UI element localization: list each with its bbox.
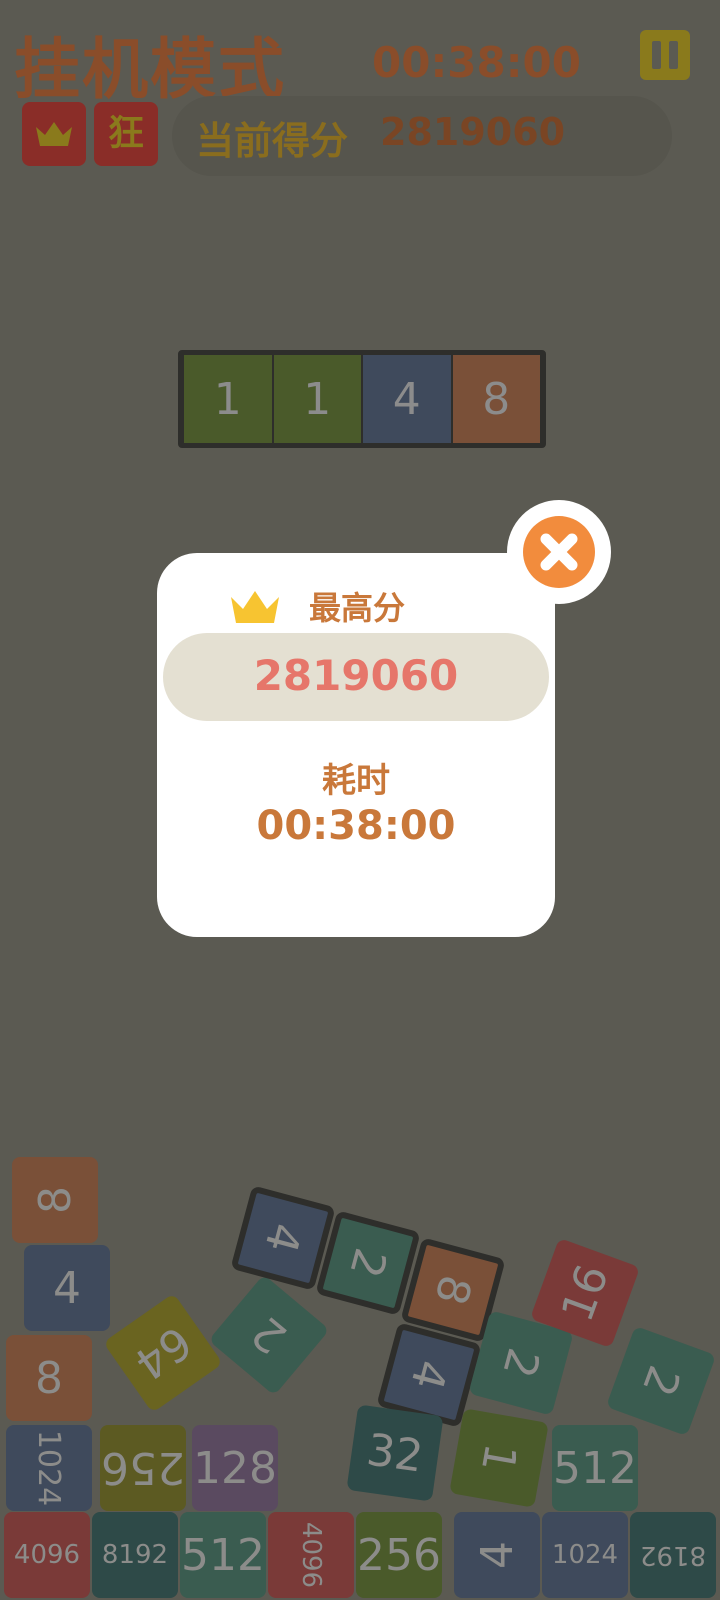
close-button[interactable] <box>507 500 611 604</box>
board-tile: 4 <box>454 1512 540 1598</box>
close-icon <box>540 533 578 571</box>
best-score-dialog: 最高分 2819060 耗时 00:38:00 <box>157 553 555 937</box>
board-tile: 512 <box>552 1425 638 1511</box>
board-tile: 256 <box>356 1512 442 1598</box>
pause-icon <box>652 41 661 69</box>
preview-tile: 1 <box>273 355 361 443</box>
board-tile: 2 <box>208 1274 330 1396</box>
preview-tile: 4 <box>363 355 451 443</box>
board-tile: 4096 <box>268 1512 354 1598</box>
best-score-label: 最高分 <box>309 589 406 627</box>
current-score-value: 2819060 <box>380 110 566 154</box>
board-tile: 128 <box>192 1425 278 1511</box>
board-tile: 8192 <box>92 1512 178 1598</box>
board-tile: 8192 <box>630 1512 716 1598</box>
crown-icon <box>231 591 279 623</box>
board-tile: 1024 <box>6 1425 92 1511</box>
board-tile: 8 <box>12 1157 98 1243</box>
preview-tile: 8 <box>452 355 540 443</box>
board-tile: 4096 <box>4 1512 90 1598</box>
elapsed-time-value: 00:38:00 <box>256 803 456 849</box>
preview-tile: 1 <box>184 355 272 443</box>
elapsed-time-label: 耗时 <box>322 761 390 801</box>
board-tile: 64 <box>103 1293 223 1413</box>
next-piece-preview: 1 1 4 8 <box>178 350 546 448</box>
board-tile: 512 <box>180 1512 266 1598</box>
board-tile: 4 <box>24 1245 110 1331</box>
board-tile: 2 <box>605 1325 717 1437</box>
board-tile: 1024 <box>542 1512 628 1598</box>
board-tile: 256 <box>100 1425 186 1511</box>
pause-button[interactable] <box>640 30 690 80</box>
crazy-badge[interactable]: 狂 <box>94 102 158 166</box>
current-score-label: 当前得分 <box>196 119 349 163</box>
board-tile: 1 <box>449 1408 549 1508</box>
best-score-box: 2819060 <box>163 633 549 721</box>
crown-icon <box>36 122 72 146</box>
board-tile: 8 <box>6 1335 92 1421</box>
crown-badge[interactable] <box>22 102 86 166</box>
best-score-value: 2819060 <box>253 651 459 700</box>
current-score-pill: 当前得分 2819060 <box>172 96 672 176</box>
board-tile: 32 <box>346 1404 444 1502</box>
game-timer: 00:38:00 <box>372 38 581 87</box>
